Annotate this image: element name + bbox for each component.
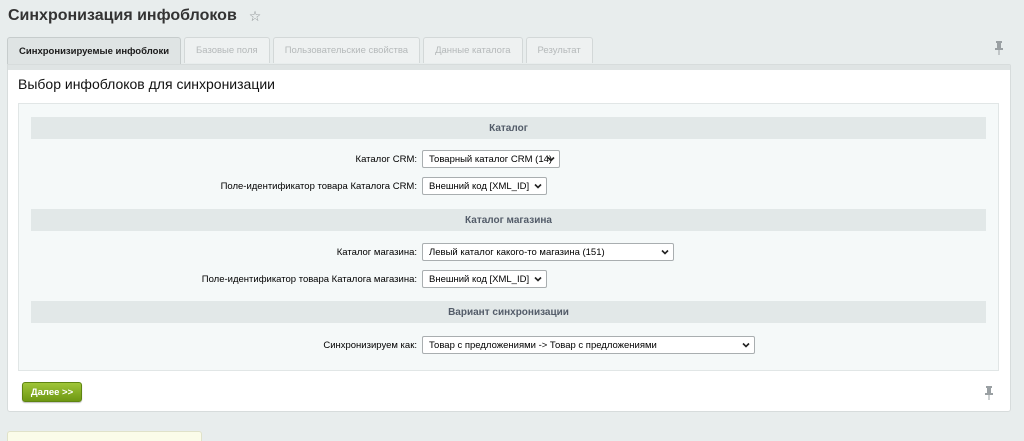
star-icon[interactable]: ☆ xyxy=(249,9,262,23)
page-title-row: Синхронизация инфоблоков ☆ xyxy=(8,4,261,28)
group-header-catalog: Каталог xyxy=(31,117,986,139)
crm-catalog-label: Каталог CRM: xyxy=(355,153,417,165)
chevron-down-icon xyxy=(534,183,542,189)
shop-id-field-label: Поле-идентификатор товара Каталога магаз… xyxy=(201,273,417,285)
tab-synced-iblocks[interactable]: Синхронизируемые инфоблоки xyxy=(7,37,182,64)
form-row-shop-catalog: Каталог магазина: Левый каталог какого-т… xyxy=(31,243,986,261)
tab-bar: Синхронизируемые инфоблоки Базовые поля … xyxy=(7,37,596,64)
form-row-shop-id-field: Поле-идентификатор товара Каталога магаз… xyxy=(31,270,986,288)
shop-catalog-select[interactable]: Левый каталог какого-то магазина (151) xyxy=(422,243,674,261)
notice-box xyxy=(7,431,202,441)
pin-icon[interactable] xyxy=(984,386,994,400)
chevron-down-icon xyxy=(742,342,750,348)
tab-user-properties[interactable]: Пользовательские свойства xyxy=(272,37,421,63)
section-title: Выбор инфоблоков для синхронизации xyxy=(18,76,275,92)
pin-icon[interactable] xyxy=(994,41,1004,55)
shop-catalog-select-value: Левый каталог какого-то магазина (151) xyxy=(429,246,605,258)
crm-id-field-select[interactable]: Внешний код [XML_ID] xyxy=(422,177,547,195)
sync-as-select[interactable]: Товар с предложениями -> Товар с предлож… xyxy=(422,336,755,354)
group-header-shop-catalog: Каталог магазина xyxy=(31,209,986,231)
group-header-sync-variant: Вариант синхронизации xyxy=(31,301,986,323)
chevron-down-icon xyxy=(661,249,669,255)
tab-result[interactable]: Результат xyxy=(525,37,593,63)
sync-as-select-value: Товар с предложениями -> Товар с предлож… xyxy=(429,339,657,351)
next-button[interactable]: Далее >> xyxy=(22,382,82,402)
form-row-sync-as: Синхронизируем как: Товар с предложениям… xyxy=(31,336,986,354)
main-panel: Выбор инфоблоков для синхронизации Катал… xyxy=(7,64,1011,412)
tab-catalog-data[interactable]: Данные каталога xyxy=(423,37,523,63)
page-title: Синхронизация инфоблоков xyxy=(8,7,237,24)
form-row-crm-id-field: Поле-идентификатор товара Каталога CRM: … xyxy=(31,177,986,195)
crm-id-field-label: Поле-идентификатор товара Каталога CRM: xyxy=(220,180,417,192)
shop-catalog-label: Каталог магазина: xyxy=(336,246,417,258)
tab-base-fields[interactable]: Базовые поля xyxy=(184,37,270,63)
chevron-down-icon xyxy=(547,156,555,162)
sync-as-label: Синхронизируем как: xyxy=(323,339,417,351)
crm-catalog-select-value: Товарный каталог CRM (14) xyxy=(429,153,553,165)
shop-id-field-select[interactable]: Внешний код [XML_ID] xyxy=(422,270,547,288)
form-row-crm-catalog: Каталог CRM: Товарный каталог CRM (14) xyxy=(31,150,986,168)
panel-top-bar xyxy=(8,65,1010,70)
crm-id-field-select-value: Внешний код [XML_ID] xyxy=(429,180,530,192)
shop-id-field-select-value: Внешний код [XML_ID] xyxy=(429,273,530,285)
crm-catalog-select[interactable]: Товарный каталог CRM (14) xyxy=(422,150,560,168)
chevron-down-icon xyxy=(534,276,542,282)
settings-form: Каталог Каталог CRM: Товарный каталог CR… xyxy=(18,103,999,371)
